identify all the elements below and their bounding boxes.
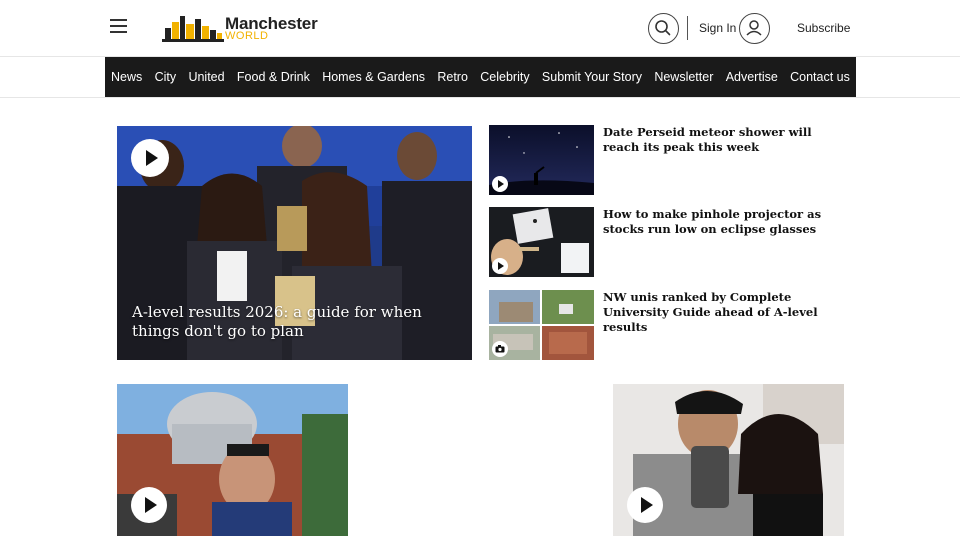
search-button[interactable] (648, 13, 679, 44)
story-card[interactable] (117, 384, 348, 536)
side-story[interactable]: NW unis ranked by Complete University Gu… (489, 290, 854, 360)
camera-icon[interactable] (492, 341, 508, 357)
search-icon (655, 20, 671, 36)
header-divider (687, 16, 688, 40)
hero-story[interactable]: A-level results 2026: a guide for when t… (117, 126, 472, 360)
nav-item-submit-your-story[interactable]: Submit Your Story (542, 70, 642, 84)
nav-item-retro[interactable]: Retro (437, 70, 468, 84)
nav-item-united[interactable]: United (188, 70, 224, 84)
account-button[interactable] (739, 13, 770, 44)
nav-item-homes-gardens[interactable]: Homes & Gardens (322, 70, 425, 84)
city-skyline-icon (162, 16, 224, 42)
user-icon (746, 20, 762, 36)
nav-divider (0, 97, 960, 98)
side-story-headline[interactable]: How to make pinhole projector as stocks … (603, 207, 848, 237)
nav-item-contact-us[interactable]: Contact us (790, 70, 850, 84)
sign-in-link[interactable]: Sign In (699, 21, 736, 35)
site-header: Manchester WORLD Sign In Subscribe (0, 0, 960, 57)
nav-item-newsletter[interactable]: Newsletter (654, 70, 713, 84)
play-icon[interactable] (131, 487, 167, 523)
play-icon[interactable] (131, 139, 169, 177)
nav-item-food-drink[interactable]: Food & Drink (237, 70, 310, 84)
play-icon[interactable] (627, 487, 663, 523)
play-icon[interactable] (492, 176, 508, 192)
main-nav: News City United Food & Drink Homes & Ga… (105, 57, 856, 97)
play-icon[interactable] (492, 258, 508, 274)
side-story-headline[interactable]: NW unis ranked by Complete University Gu… (603, 290, 848, 335)
subscribe-link[interactable]: Subscribe (797, 21, 850, 35)
hamburger-menu-icon[interactable] (110, 19, 127, 36)
nav-item-news[interactable]: News (111, 70, 142, 84)
side-story[interactable]: How to make pinhole projector as stocks … (489, 207, 854, 277)
nav-item-advertise[interactable]: Advertise (726, 70, 778, 84)
site-logo[interactable]: Manchester WORLD (162, 12, 322, 46)
hero-headline[interactable]: A-level results 2026: a guide for when t… (132, 303, 452, 341)
nav-item-city[interactable]: City (155, 70, 177, 84)
side-story-thumbnail (489, 290, 594, 360)
side-story-thumbnail (489, 125, 594, 195)
nav-item-celebrity[interactable]: Celebrity (480, 70, 529, 84)
side-story[interactable]: Date Perseid meteor shower will reach it… (489, 125, 854, 195)
story-card[interactable] (613, 384, 844, 536)
logo-text-world: WORLD (225, 30, 269, 42)
side-story-headline[interactable]: Date Perseid meteor shower will reach it… (603, 125, 848, 155)
side-story-thumbnail (489, 207, 594, 277)
